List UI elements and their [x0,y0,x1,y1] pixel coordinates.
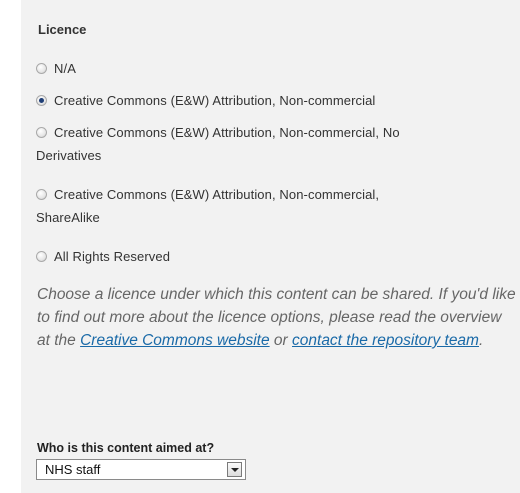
radio-checked-icon[interactable] [36,95,47,106]
licence-option-cc-by-nc-sa[interactable]: Creative Commons (E&W) Attribution, Non-… [36,183,379,229]
licence-option-label-cont: Derivatives [36,148,102,163]
help-text-part: or [269,332,293,349]
licence-option-cc-by-nc-nd[interactable]: Creative Commons (E&W) Attribution, Non-… [36,121,400,167]
radio-icon[interactable] [36,251,47,262]
audience-label: Who is this content aimed at? [37,441,215,455]
licence-option-label: Creative Commons (E&W) Attribution, Non-… [54,125,400,140]
chevron-down-icon[interactable] [227,462,242,477]
licence-option-cc-by-nc[interactable]: Creative Commons (E&W) Attribution, Non-… [36,89,375,112]
licence-option-all-rights-reserved[interactable]: All Rights Reserved [36,245,170,268]
licence-option-label: All Rights Reserved [54,249,171,264]
contact-repository-team-link[interactable]: contact the repository team [292,332,479,349]
licence-option-label: Creative Commons (E&W) Attribution, Non-… [54,93,376,108]
radio-icon[interactable] [36,63,47,74]
licence-option-na[interactable]: N/A [36,57,76,80]
creative-commons-website-link[interactable]: Creative Commons website [80,332,270,349]
audience-select-value: NHS staff [45,462,101,477]
radio-icon[interactable] [36,127,47,138]
licence-help-text: Choose a licence under which this conten… [37,283,517,352]
licence-option-label: Creative Commons (E&W) Attribution, Non-… [54,187,380,202]
licence-option-label-cont: ShareAlike [36,210,100,225]
licence-option-label: N/A [54,61,76,76]
audience-select[interactable]: NHS staff [36,459,246,480]
radio-icon[interactable] [36,189,47,200]
help-text-part: . [478,332,484,349]
licence-label: Licence [38,22,87,37]
